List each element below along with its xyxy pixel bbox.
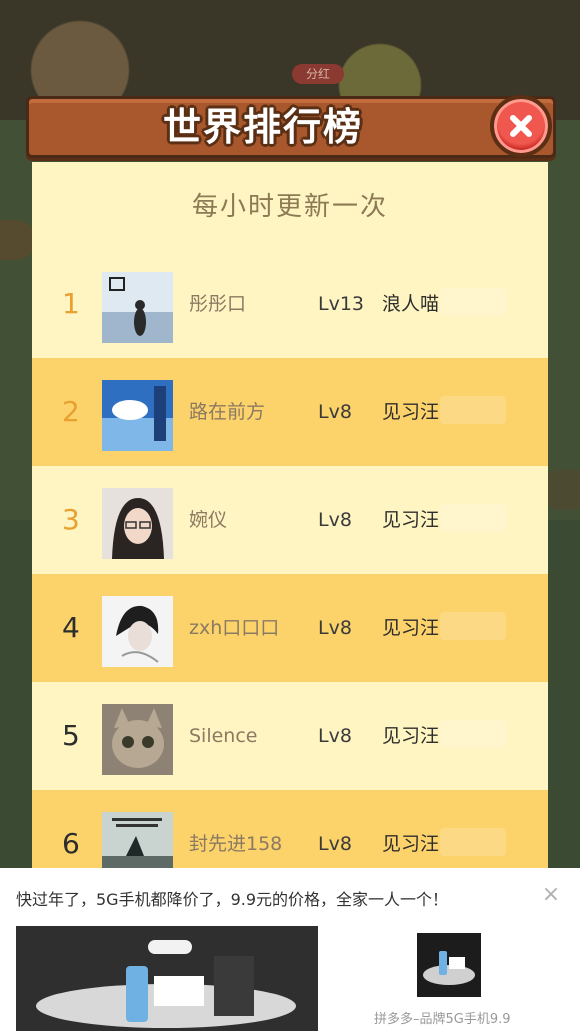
player-level: Lv8 <box>318 725 352 747</box>
ad-headline[interactable]: 快过年了，5G手机都降价了，9.9元的价格，全家一人一个！ <box>16 886 448 910</box>
avatar <box>102 488 173 559</box>
rank-number: 5 <box>62 719 80 752</box>
ad-close-icon[interactable]: × <box>540 884 562 906</box>
player-name: 路在前方 <box>189 401 266 423</box>
close-icon <box>510 115 532 137</box>
ranking-row[interactable]: 3 婉仪 Lv8 见习汪 <box>32 466 548 574</box>
blurred-score <box>440 612 506 640</box>
rank-number: 4 <box>62 611 80 644</box>
player-title: 见习汪 <box>382 617 440 639</box>
player-name: 婉仪 <box>189 509 228 531</box>
leaderboard-title: 世界排行榜 <box>162 105 363 149</box>
player-name: zxh口口口 <box>189 617 280 639</box>
close-button[interactable] <box>490 95 552 157</box>
player-title: 见习汪 <box>382 401 440 423</box>
ranking-row[interactable]: 4 zxh口口口 Lv8 见习汪 <box>32 574 548 682</box>
ad-caption[interactable]: 拼多多–品牌5G手机9.9 <box>374 1008 511 1027</box>
avatar <box>102 272 173 343</box>
ranking-row[interactable]: 5 Silence Lv8 见习汪 <box>32 682 548 790</box>
player-name: 彤彤口 <box>189 293 247 315</box>
ad-image[interactable] <box>16 926 318 1031</box>
player-title: 见习汪 <box>382 725 440 747</box>
player-level: Lv8 <box>318 509 352 531</box>
player-level: Lv8 <box>318 401 352 423</box>
blurred-score <box>440 504 506 532</box>
avatar <box>102 380 173 451</box>
player-level: Lv8 <box>318 617 352 639</box>
update-frequency-text: 每小时更新一次 <box>191 192 388 222</box>
bonus-badge: 分红 <box>292 64 344 84</box>
rank-number: 2 <box>62 395 80 428</box>
side-button-left <box>0 220 36 260</box>
player-title: 浪人喵 <box>382 293 440 315</box>
rank-number: 1 <box>62 287 80 320</box>
player-name: Silence <box>189 725 258 747</box>
player-level: Lv13 <box>318 293 365 315</box>
blurred-score <box>440 396 506 424</box>
ranking-row[interactable]: 2 路在前方 Lv8 见习汪 <box>32 358 548 466</box>
blurred-score <box>440 828 506 856</box>
rank-number: 3 <box>62 503 80 536</box>
avatar <box>102 596 173 667</box>
ranking-list: 1 彤彤口 Lv13 浪人喵 2 路在前方 Lv8 见习汪 3 婉仪 Lv8 见… <box>32 250 548 898</box>
blurred-score <box>440 288 506 316</box>
blurred-score <box>440 720 506 748</box>
ranking-row[interactable]: 1 彤彤口 Lv13 浪人喵 <box>32 250 548 358</box>
ad-banner[interactable]: 快过年了，5G手机都降价了，9.9元的价格，全家一人一个！ × 拼多多–品牌5G… <box>0 868 580 1031</box>
avatar <box>102 704 173 775</box>
ad-thumbnail[interactable] <box>417 933 481 997</box>
player-title: 见习汪 <box>382 509 440 531</box>
